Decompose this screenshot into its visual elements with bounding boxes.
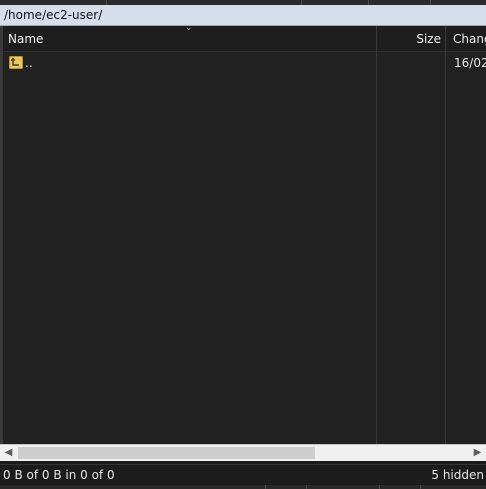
column-header-size[interactable]: Size	[376, 26, 445, 52]
parent-folder-icon	[9, 55, 23, 69]
status-bar: 0 B of 0 B in 0 of 0 5 hidden	[0, 464, 486, 485]
scrollbar-thumb[interactable]	[18, 447, 315, 459]
current-path: /home/ec2-user/	[4, 8, 103, 22]
column-divider	[376, 52, 377, 444]
toolbar-segment[interactable]	[307, 485, 380, 489]
column-divider	[445, 52, 446, 444]
hidden-files-count[interactable]: 5 hidden	[431, 465, 484, 485]
column-header-row: Name ⌄ Size Changed	[0, 26, 486, 52]
file-list[interactable]: Name ⌄ Size Changed .. 16/02/	[0, 26, 486, 444]
list-item-name: ..	[25, 56, 33, 70]
toolbar-segment[interactable]	[0, 485, 266, 489]
selection-status: 0 B of 0 B in 0 of 0	[3, 468, 115, 482]
scroll-left-icon[interactable]: ◀	[0, 445, 17, 461]
column-header-size-label: Size	[416, 32, 441, 46]
column-header-name-label: Name	[8, 32, 44, 46]
list-item-changed: 16/02/	[454, 56, 486, 70]
column-header-changed-label: Changed	[453, 32, 486, 46]
pane-left-edge	[0, 26, 3, 444]
horizontal-scrollbar[interactable]: ◀ ▶	[0, 444, 486, 461]
list-item-parent-directory[interactable]: .. 16/02/	[3, 54, 486, 72]
file-panel: /home/ec2-user/ Name ⌄ Size Changed	[0, 0, 486, 489]
sort-descending-icon: ⌄	[185, 26, 193, 33]
scroll-right-icon[interactable]: ▶	[469, 445, 486, 461]
path-bar[interactable]: /home/ec2-user/	[0, 5, 486, 26]
bottom-toolbar-strip	[0, 485, 486, 489]
column-header-changed[interactable]: Changed	[445, 26, 486, 52]
toolbar-segment[interactable]	[266, 485, 307, 489]
toolbar-segment[interactable]	[380, 485, 421, 489]
